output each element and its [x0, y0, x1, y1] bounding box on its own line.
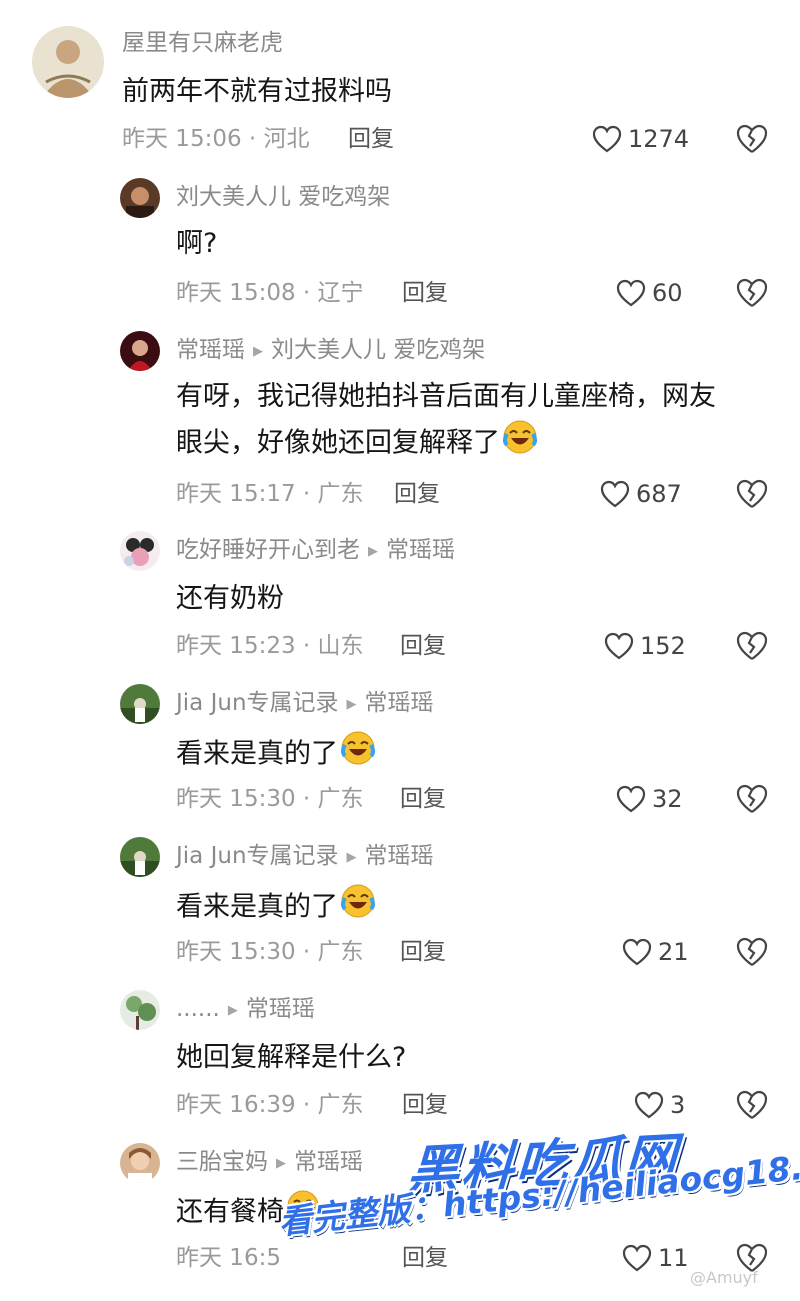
reply-button[interactable]: 回复 — [394, 479, 440, 509]
heart-outline-icon — [604, 632, 634, 660]
avatar[interactable] — [120, 837, 160, 877]
broken-heart-icon[interactable] — [735, 629, 769, 663]
comment-item: Jia Jun专属记录 ▶ 常瑶瑶 看来是真的了 昨天 15:30 · 广东 回复 … — [0, 829, 800, 982]
avatar[interactable] — [32, 26, 104, 98]
avatar[interactable] — [120, 331, 160, 371]
reply-button[interactable]: 回复 — [402, 1090, 448, 1120]
like-button[interactable]: 11 — [622, 1243, 689, 1273]
broken-heart-icon[interactable] — [735, 276, 769, 310]
broken-heart-icon[interactable] — [735, 1088, 769, 1122]
comment-timestamp: 昨天 15:30 · 广东 — [176, 939, 364, 965]
comment-item: ...... ▶ 常瑶瑶 她回复解释是什么? 昨天 16:39 · 广东 回复 3 — [0, 982, 800, 1135]
broken-heart-icon[interactable] — [735, 477, 769, 511]
reply-button[interactable]: 回复 — [348, 124, 394, 154]
heart-outline-icon — [634, 1091, 664, 1119]
like-count: 60 — [652, 279, 683, 307]
like-count: 32 — [652, 785, 683, 813]
comment-text: 啊? — [176, 228, 218, 259]
comment-timestamp: 昨天 15:06 · 河北 — [122, 126, 310, 152]
reply-button[interactable]: 回复 — [402, 278, 448, 308]
comment-text: 有呀，我记得她拍抖音后面有儿童座椅，网友 眼尖，好像她还回复解释了 — [176, 375, 716, 469]
reply-button[interactable]: 回复 — [400, 937, 446, 967]
comment-timestamp: 昨天 16:5 — [176, 1245, 281, 1271]
like-count: 11 — [658, 1244, 689, 1272]
comment-item: 常瑶瑶 ▶ 刘大美人儿 爱吃鸡架 有呀，我记得她拍抖音后面有儿童座椅，网友 眼尖，好… — [0, 323, 800, 523]
avatar[interactable] — [120, 684, 160, 724]
heart-outline-icon — [616, 785, 646, 813]
broken-heart-icon[interactable] — [735, 782, 769, 816]
reply-button[interactable]: 回复 — [400, 784, 446, 814]
broken-heart-icon[interactable] — [735, 122, 769, 156]
comment-timestamp: 昨天 15:08 · 辽宁 — [176, 280, 364, 306]
comment-username[interactable]: Jia Jun专属记录 ▶ 常瑶瑶 — [176, 688, 434, 722]
comment-timestamp: 昨天 15:17 · 广东 — [176, 481, 364, 507]
comment-item: 刘大美人儿 爱吃鸡架 啊? 昨天 15:08 · 辽宁 回复 60 — [0, 170, 800, 323]
comment-text: 还有奶粉 — [176, 583, 284, 614]
avatar[interactable] — [120, 1143, 160, 1183]
comment-username[interactable]: 常瑶瑶 ▶ 刘大美人儿 爱吃鸡架 — [176, 335, 485, 369]
like-button[interactable]: 687 — [600, 479, 682, 509]
like-count: 687 — [636, 480, 682, 508]
comment-timestamp: 昨天 15:23 · 山东 — [176, 633, 364, 659]
reply-arrow-icon: ▶ — [276, 1156, 286, 1171]
like-count: 21 — [658, 938, 689, 966]
heart-outline-icon — [622, 1244, 652, 1272]
avatar[interactable] — [120, 990, 160, 1030]
reply-arrow-icon: ▶ — [346, 850, 357, 865]
like-button[interactable]: 21 — [622, 937, 689, 967]
like-button[interactable]: 152 — [604, 631, 686, 661]
heart-outline-icon — [600, 480, 630, 508]
avatar[interactable] — [120, 178, 160, 218]
reply-arrow-icon: ▶ — [346, 697, 357, 712]
comment-text: 看来是真的了 — [176, 883, 376, 933]
comment-timestamp: 昨天 15:30 · 广东 — [176, 786, 364, 812]
like-button[interactable]: 32 — [616, 784, 683, 814]
laugh-cry-emoji — [502, 419, 538, 469]
comment-text: 她回复解释是什么? — [176, 1042, 407, 1073]
comment-username[interactable]: 屋里有只麻老虎 — [122, 28, 283, 58]
laugh-cry-emoji — [340, 883, 376, 933]
like-count: 1274 — [628, 125, 690, 153]
reply-button[interactable]: 回复 — [400, 631, 446, 661]
comment-timestamp: 昨天 16:39 · 广东 — [176, 1092, 364, 1118]
comment-username[interactable]: 刘大美人儿 爱吃鸡架 — [176, 182, 390, 212]
comment-item: 吃好睡好开心到老 ▶ 常瑶瑶 还有奶粉 昨天 15:23 · 山东 回复 152 — [0, 523, 800, 676]
comment-text: 看来是真的了 — [176, 730, 376, 780]
reply-arrow-icon: ▶ — [368, 544, 378, 559]
reply-arrow-icon: ▶ — [227, 1003, 238, 1018]
reply-arrow-icon: ▶ — [253, 344, 263, 359]
heart-outline-icon — [616, 279, 646, 307]
heart-outline-icon — [622, 938, 652, 966]
comment-username[interactable]: Jia Jun专属记录 ▶ 常瑶瑶 — [176, 841, 434, 875]
comment-username[interactable]: 三胎宝妈 ▶ 常瑶瑶 — [176, 1147, 363, 1181]
heart-outline-icon — [592, 125, 622, 153]
comment-text: 前两年不就有过报料吗 — [122, 76, 392, 107]
reply-button[interactable]: 回复 — [402, 1243, 448, 1273]
comment-username[interactable]: ...... ▶ 常瑶瑶 — [176, 994, 315, 1028]
like-count: 152 — [640, 632, 686, 660]
comment-item: Jia Jun专属记录 ▶ 常瑶瑶 看来是真的了 昨天 15:30 · 广东 回复 … — [0, 676, 800, 829]
broken-heart-icon[interactable] — [735, 935, 769, 969]
credit-watermark: @Amuyf — [690, 1268, 758, 1287]
laugh-cry-emoji — [340, 730, 376, 780]
like-button[interactable]: 60 — [616, 278, 683, 308]
comment-username[interactable]: 吃好睡好开心到老 ▶ 常瑶瑶 — [176, 535, 455, 569]
comment-item: 屋里有只麻老虎 前两年不就有过报料吗 昨天 15:06 · 河北 回复 1274 — [0, 0, 800, 170]
avatar[interactable] — [120, 531, 160, 571]
like-button[interactable]: 1274 — [592, 124, 689, 154]
